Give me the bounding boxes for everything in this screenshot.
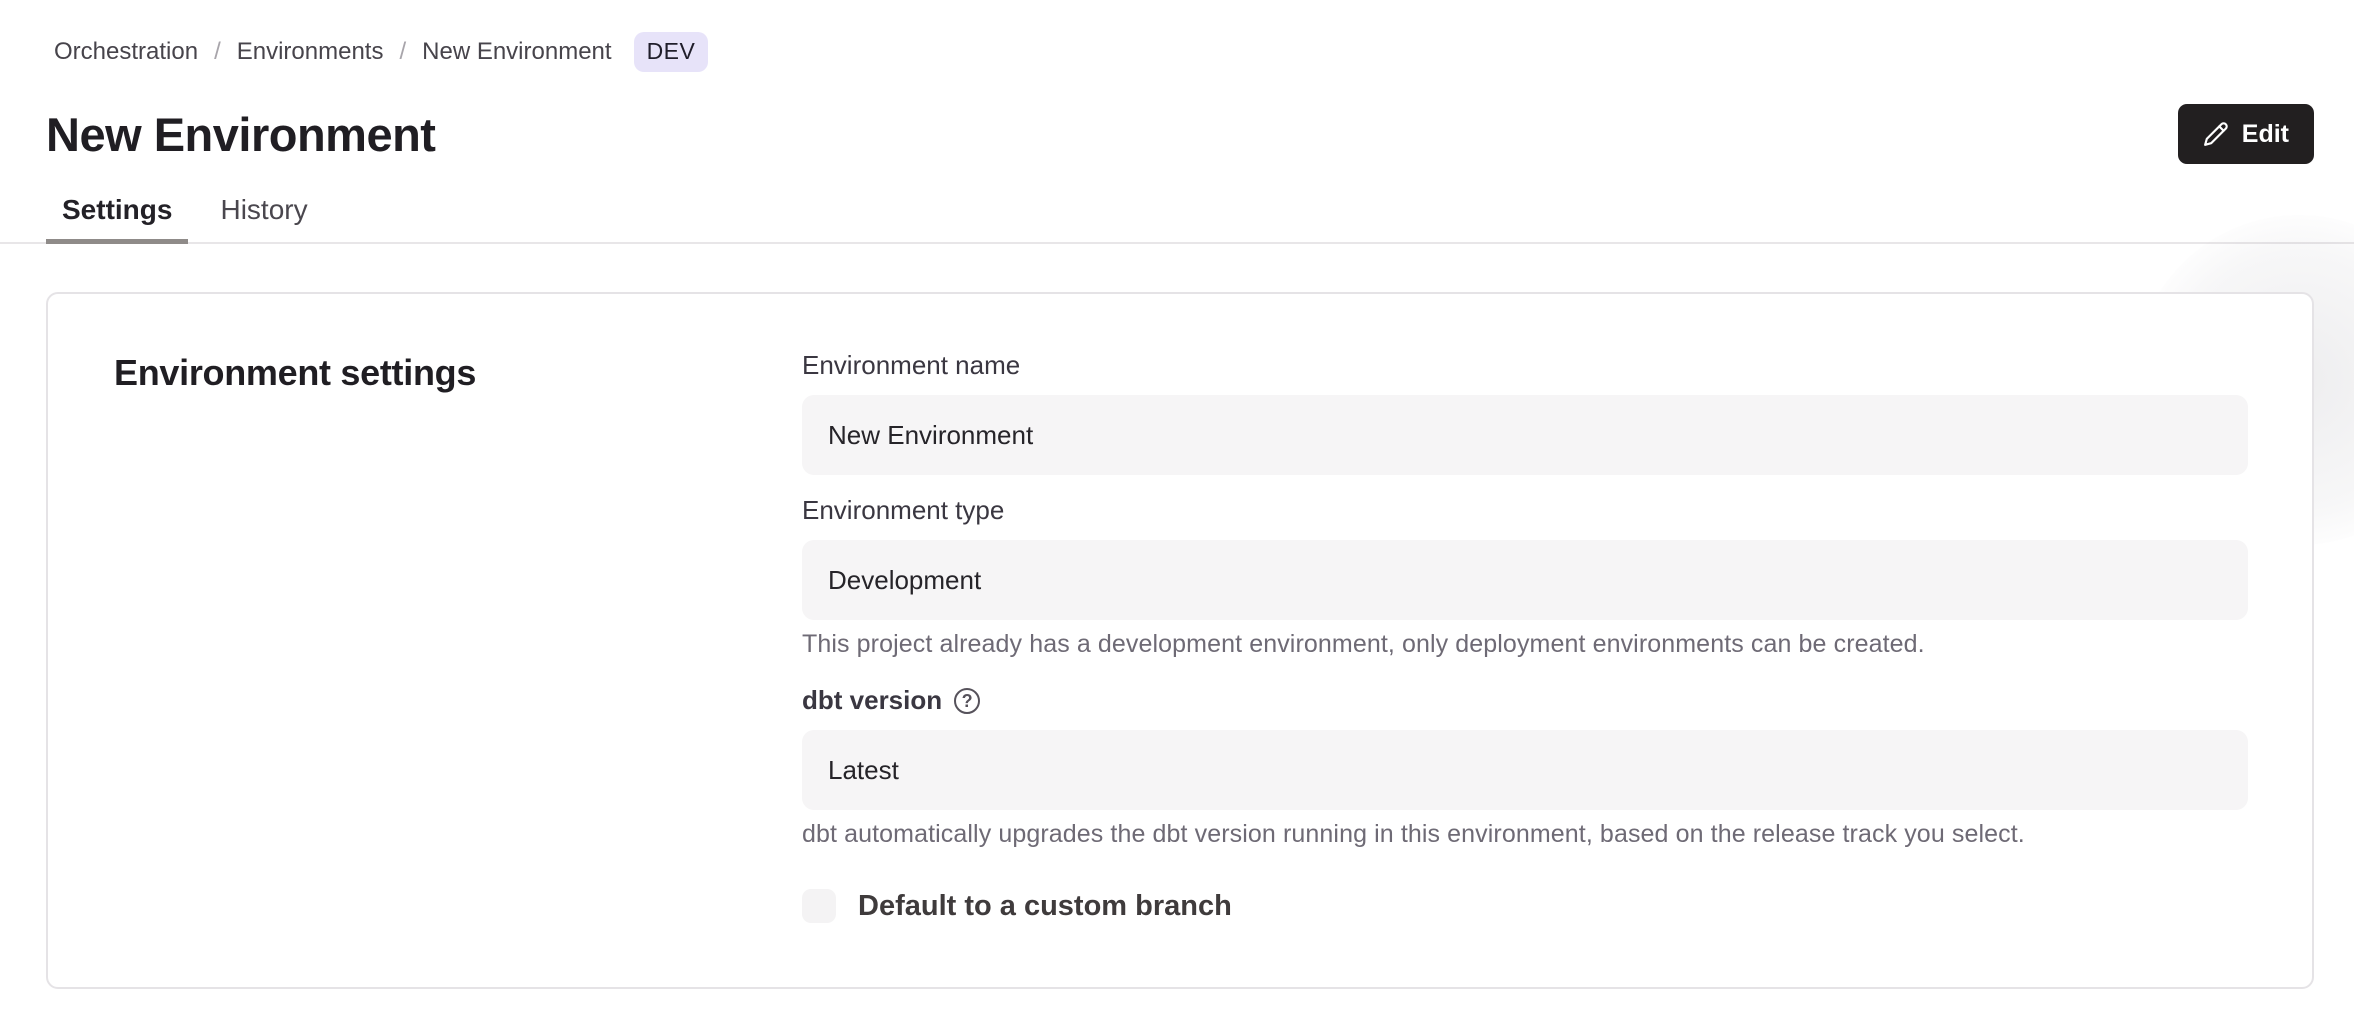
tab-settings[interactable]: Settings — [46, 188, 188, 242]
tab-history[interactable]: History — [204, 188, 323, 242]
card-heading: Environment settings — [114, 352, 802, 394]
environment-settings-card: Environment settings Environment name En… — [46, 292, 2314, 989]
environment-settings-form: Environment name Environment type This p… — [802, 350, 2248, 923]
environment-type-label: Environment type — [802, 495, 2248, 526]
breadcrumb-separator: / — [214, 38, 221, 66]
edit-button[interactable]: Edit — [2178, 104, 2314, 164]
environment-dev-badge: DEV — [634, 32, 709, 72]
custom-branch-checkbox[interactable] — [802, 889, 836, 923]
help-icon[interactable]: ? — [954, 688, 980, 714]
field-environment-type: Environment type This project already ha… — [802, 495, 2248, 659]
pencil-icon — [2203, 121, 2229, 147]
breadcrumb-separator: / — [399, 38, 406, 66]
dbt-version-label: dbt version — [802, 685, 942, 716]
environment-name-input[interactable] — [802, 395, 2248, 475]
custom-branch-row: Default to a custom branch — [802, 889, 2248, 923]
environment-name-label: Environment name — [802, 350, 2248, 381]
card-heading-column: Environment settings — [114, 350, 802, 923]
breadcrumb-item-environments[interactable]: Environments — [237, 38, 384, 66]
field-dbt-version: dbt version ? dbt automatically upgrades… — [802, 685, 2248, 849]
dbt-version-helper: dbt automatically upgrades the dbt versi… — [802, 820, 2248, 849]
environment-type-input[interactable] — [802, 540, 2248, 620]
custom-branch-label[interactable]: Default to a custom branch — [858, 890, 1232, 923]
breadcrumb: Orchestration / Environments / New Envir… — [0, 0, 2354, 72]
edit-button-label: Edit — [2242, 120, 2289, 149]
dbt-version-input[interactable] — [802, 730, 2248, 810]
breadcrumb-item-orchestration[interactable]: Orchestration — [54, 38, 198, 66]
breadcrumb-item-new-environment[interactable]: New Environment — [422, 38, 611, 66]
field-environment-name: Environment name — [802, 350, 2248, 475]
page-header: New Environment Edit — [46, 104, 2314, 164]
environment-type-helper: This project already has a development e… — [802, 630, 2248, 659]
tab-bar: Settings History — [0, 188, 2354, 244]
page-title: New Environment — [46, 107, 435, 162]
